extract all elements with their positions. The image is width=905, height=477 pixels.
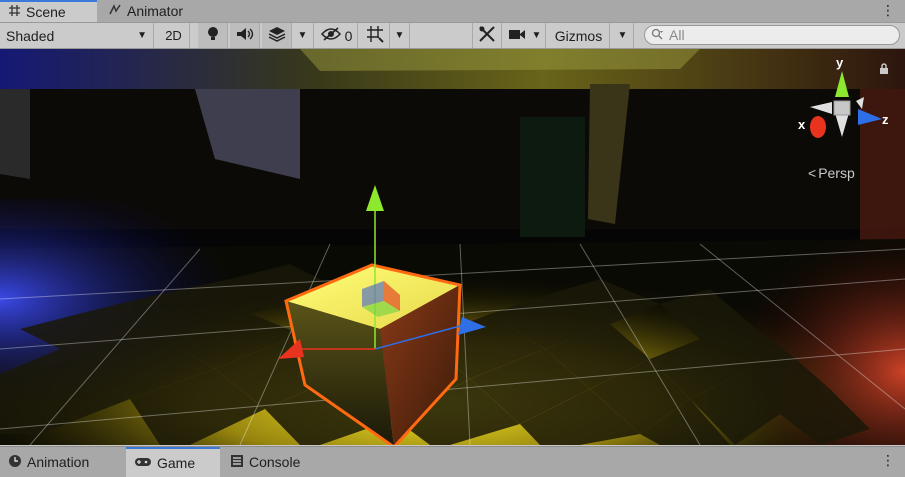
draw-mode-label: Shaded [6, 27, 55, 44]
camera-settings-dropdown[interactable]: ▼ [504, 23, 546, 48]
grid-snap-icon [366, 25, 384, 46]
tools-button[interactable] [472, 23, 502, 48]
scene-viewport[interactable]: y x z < Persp [0, 49, 905, 445]
projection-toggle[interactable]: < Persp [808, 165, 855, 181]
lighting-toggle-button[interactable] [198, 23, 228, 48]
tab-animator[interactable]: Animator [100, 0, 200, 22]
axis-label-z: z [882, 112, 889, 127]
tab-label: Animation [27, 454, 90, 470]
tab-game[interactable]: Game [126, 447, 220, 477]
grid-icon [8, 4, 21, 20]
lightbulb-icon [206, 26, 220, 45]
camera-icon [508, 28, 526, 44]
tab-console[interactable]: Console [222, 447, 322, 477]
search-icon [651, 27, 665, 43]
layers-icon [268, 26, 286, 45]
tab-label: Scene [26, 4, 66, 20]
grid-snap-toggle[interactable] [360, 23, 390, 48]
tab-bar: Scene Animator ⋮ [0, 0, 905, 23]
toggle-2d-button[interactable]: 2D [158, 23, 190, 48]
tools-icon [478, 25, 496, 46]
more-options-icon[interactable]: ⋮ [881, 3, 895, 17]
tab-label: Game [157, 455, 196, 471]
chevron-down-icon: ▼ [531, 30, 542, 41]
gizmos-dropdown[interactable]: ▼ [612, 23, 634, 48]
effects-dropdown[interactable]: ▼ [292, 23, 314, 48]
more-options-icon[interactable]: ⋮ [881, 453, 895, 467]
effects-toggle-button[interactable] [262, 23, 292, 48]
search-placeholder: All [669, 27, 685, 43]
draw-mode-dropdown[interactable]: Shaded ▼ [0, 23, 154, 48]
chevron-left-icon: < [808, 165, 817, 181]
gizmos-button[interactable]: Gizmos [548, 23, 610, 48]
gamepad-icon [134, 455, 152, 471]
scene-toolbar: Shaded ▼ 2D ▼ 0 ▼ ▼ Gizmos ▼ All [0, 23, 905, 49]
chevron-down-icon: ▼ [137, 30, 147, 41]
orientation-gizmo[interactable]: y x z [798, 55, 890, 147]
eye-slash-icon [320, 27, 341, 44]
bottom-tab-bar: Animation Game Console ⋮ [0, 446, 905, 477]
axis-label-y: y [836, 55, 844, 70]
tab-scene[interactable]: Scene [0, 0, 97, 22]
chevron-down-icon: ▼ [394, 30, 405, 41]
scene-render [0, 49, 905, 445]
speaker-icon [236, 27, 254, 44]
grid-snap-dropdown[interactable]: ▼ [390, 23, 410, 48]
chevron-down-icon: ▼ [297, 30, 308, 41]
toggle-2d-label: 2D [165, 28, 182, 43]
clock-icon [8, 454, 22, 471]
projection-label: Persp [818, 165, 855, 181]
console-icon [230, 454, 244, 471]
animator-icon [108, 3, 122, 19]
tab-label: Animator [127, 3, 184, 19]
chevron-down-icon: ▼ [617, 30, 628, 41]
axis-gizmo-icon [810, 71, 882, 138]
hidden-objects-toggle[interactable]: 0 [316, 23, 358, 48]
axis-label-x: x [798, 117, 806, 132]
hidden-count: 0 [344, 27, 353, 44]
audio-toggle-button[interactable] [230, 23, 260, 48]
search-field[interactable]: All [644, 25, 900, 45]
tab-label: Console [249, 454, 301, 470]
gizmos-label: Gizmos [554, 27, 603, 44]
lock-icon[interactable] [878, 62, 890, 78]
tab-animation[interactable]: Animation [0, 447, 118, 477]
